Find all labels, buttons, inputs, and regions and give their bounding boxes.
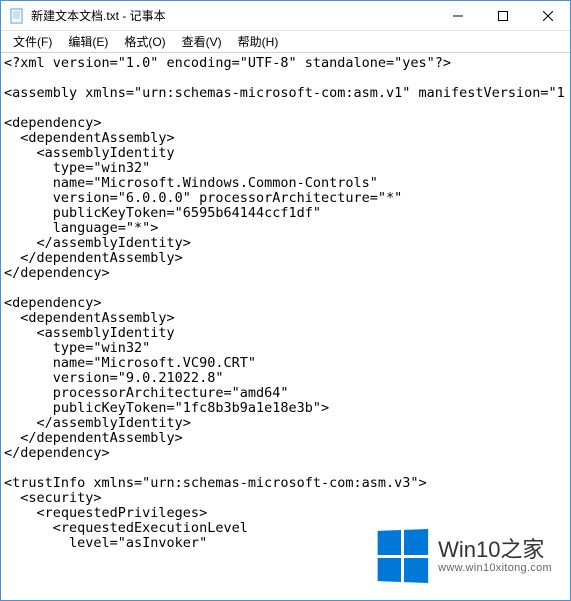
window-title: 新建文本文档.txt - 记事本 [31, 7, 435, 24]
menubar: 文件(F) 编辑(E) 格式(O) 查看(V) 帮助(H) [1, 31, 570, 53]
maximize-button[interactable] [480, 1, 525, 30]
menu-edit[interactable]: 编辑(E) [60, 31, 116, 52]
menu-format[interactable]: 格式(O) [116, 31, 173, 52]
menu-view[interactable]: 查看(V) [174, 31, 230, 52]
minimize-button[interactable] [435, 1, 480, 30]
editor-text[interactable]: <?xml version="1.0" encoding="UTF-8" sta… [2, 54, 569, 553]
window-controls [435, 1, 570, 30]
editor-area[interactable]: <?xml version="1.0" encoding="UTF-8" sta… [2, 54, 569, 599]
menu-file[interactable]: 文件(F) [5, 31, 60, 52]
close-button[interactable] [525, 1, 570, 30]
menu-help[interactable]: 帮助(H) [230, 31, 287, 52]
notepad-icon [9, 8, 25, 24]
titlebar: 新建文本文档.txt - 记事本 [1, 1, 570, 31]
